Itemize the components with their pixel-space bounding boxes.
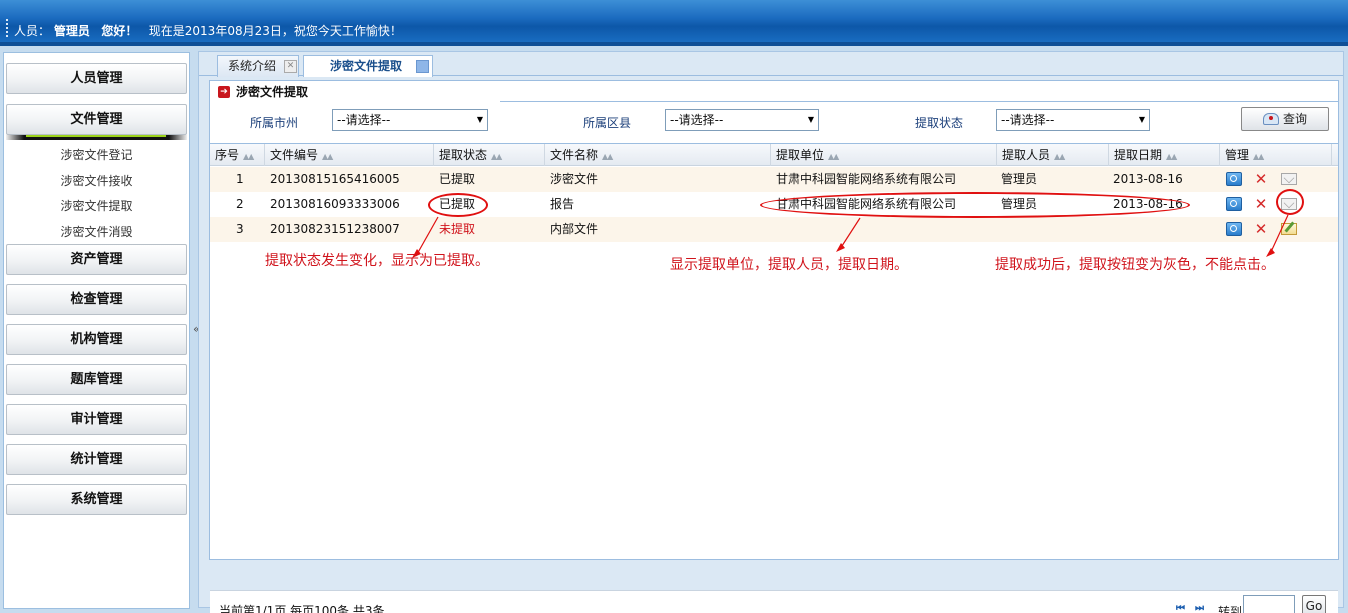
tab-label: 涉密文件提取 bbox=[330, 59, 403, 73]
menu-organization[interactable]: 机构管理 bbox=[6, 324, 187, 355]
content-area: ➔ 涉密文件提取 所属市州 --请选择-- ▼ 所属区县 --请选择-- ▼ 提取状… bbox=[209, 80, 1339, 613]
header-stripe bbox=[0, 42, 1348, 46]
annotation-status-change: 提取状态发生变化，显示为已提取。 bbox=[265, 253, 489, 269]
menu-question-bank[interactable]: 题库管理 bbox=[6, 364, 187, 395]
menu-audit[interactable]: 审计管理 bbox=[6, 404, 187, 435]
tab-label: 系统介绍 bbox=[228, 59, 277, 73]
col-manage: 管理 ▲▲ bbox=[1220, 144, 1332, 166]
status-label: 提取状态 bbox=[915, 116, 964, 130]
welcome-line: 人员： 管理员 您好！ 现在是2013年08月23日，祝您今天工作愉快！ bbox=[14, 22, 402, 39]
dropdown-arrow-icon: ▼ bbox=[807, 115, 814, 124]
sort-icon: ▲▲ bbox=[1253, 152, 1264, 161]
menu-inspection[interactable]: 检查管理 bbox=[6, 284, 187, 315]
delete-icon[interactable]: ✕ bbox=[1253, 172, 1269, 187]
menu-personnel[interactable]: 人员管理 bbox=[6, 63, 187, 94]
col-status[interactable]: 提取状态 ▲▲ bbox=[434, 144, 545, 166]
sidebar: 人员管理 文件管理 涉密文件登记 涉密文件接收 涉密文件提取 涉密文件消毁 资产… bbox=[3, 52, 190, 609]
sort-icon: ▲▲ bbox=[322, 152, 333, 161]
user-label: 人员： bbox=[14, 24, 51, 38]
highlight-ellipse-status bbox=[428, 193, 488, 217]
sort-icon: ▲▲ bbox=[1166, 152, 1177, 161]
top-header: 人员： 管理员 您好！ 现在是2013年08月23日，祝您今天工作愉快！ bbox=[0, 0, 1348, 46]
panel-title: ➔ 涉密文件提取 bbox=[210, 81, 500, 103]
col-number[interactable]: 文件编号 ▲▲ bbox=[265, 144, 434, 166]
col-index[interactable]: 序号 ▲▲ bbox=[210, 144, 265, 166]
highlight-ellipse-mail bbox=[1276, 189, 1304, 215]
annotation-extract-info: 显示提取单位，提取人员，提取日期。 bbox=[670, 257, 908, 273]
close-icon[interactable]: ✕ bbox=[284, 60, 297, 73]
view-icon[interactable] bbox=[1226, 197, 1242, 211]
tab-bar: 系统介绍 ✕ 涉密文件提取 bbox=[199, 52, 1343, 77]
status-select[interactable]: --请选择-- ▼ bbox=[996, 109, 1150, 131]
first-page-icon[interactable]: ⏮ bbox=[1176, 603, 1185, 613]
menu-file[interactable]: 文件管理 bbox=[6, 104, 187, 135]
divider bbox=[500, 101, 1338, 102]
district-select[interactable]: --请选择-- ▼ bbox=[665, 109, 819, 131]
col-unit[interactable]: 提取单位 ▲▲ bbox=[771, 144, 997, 166]
table-row[interactable]: 3 20130823151238007 未提取 内部文件 ✕ bbox=[210, 217, 1338, 242]
page-info: 当前第1/1页 每页100条 共3条 bbox=[219, 604, 385, 613]
active-menu-indicator bbox=[6, 135, 187, 140]
menu-statistics[interactable]: 统计管理 bbox=[6, 444, 187, 475]
city-label: 所属市州 bbox=[250, 116, 299, 130]
data-grid: 序号 ▲▲ 文件编号 ▲▲ 提取状态 ▲▲ 文件名称 ▲▲ 提取单位 ▲▲ 提取人员 ▲▲ … bbox=[210, 143, 1338, 613]
last-page-icon[interactable]: ⏭ bbox=[1195, 603, 1204, 613]
col-date[interactable]: 提取日期 ▲▲ bbox=[1109, 144, 1220, 166]
sort-icon: ▲▲ bbox=[491, 152, 502, 161]
query-icon bbox=[1262, 113, 1279, 125]
sort-icon: ▲▲ bbox=[602, 152, 613, 161]
menu-asset[interactable]: 资产管理 bbox=[6, 244, 187, 275]
pagination: 当前第1/1页 每页100条 共3条 ⏮ ⏭ 转到 Go bbox=[210, 590, 1338, 613]
goto-label: 转到 bbox=[1218, 605, 1243, 613]
col-person[interactable]: 提取人员 ▲▲ bbox=[997, 144, 1109, 166]
user-name: 管理员 bbox=[53, 24, 90, 38]
greeting: 您好！ bbox=[101, 24, 138, 38]
sort-icon: ▲▲ bbox=[828, 152, 839, 161]
table-row[interactable]: 1 20130815165416005 已提取 涉密文件 甘肃中科园智能网络系统… bbox=[210, 167, 1338, 192]
goto-page-input[interactable] bbox=[1243, 595, 1295, 613]
arrow-icon: ➔ bbox=[218, 86, 230, 98]
query-button[interactable]: 查询 bbox=[1241, 107, 1329, 131]
view-icon[interactable] bbox=[1226, 172, 1242, 186]
sort-icon: ▲▲ bbox=[1054, 152, 1065, 161]
col-name[interactable]: 文件名称 ▲▲ bbox=[545, 144, 771, 166]
mail-icon bbox=[1281, 173, 1297, 185]
highlight-ellipse-unit bbox=[760, 192, 1190, 218]
dropdown-arrow-icon: ▼ bbox=[476, 115, 483, 124]
grip-icon bbox=[6, 19, 8, 37]
extract-edit-icon[interactable] bbox=[1281, 223, 1297, 235]
menu-system[interactable]: 系统管理 bbox=[6, 484, 187, 515]
sub-file-extract[interactable]: 涉密文件提取 bbox=[4, 197, 189, 214]
tab-file-extract[interactable]: 涉密文件提取 bbox=[303, 55, 433, 77]
delete-icon[interactable]: ✕ bbox=[1253, 222, 1269, 237]
panel-title-text: 涉密文件提取 bbox=[236, 85, 309, 99]
tab-system-intro[interactable]: 系统介绍 ✕ bbox=[217, 55, 299, 77]
annotation-button-disabled: 提取成功后，提取按钮变为灰色，不能点击。 bbox=[995, 257, 1275, 273]
date-text: 现在是2013年08月23日，祝您今天工作愉快！ bbox=[148, 24, 402, 38]
sub-file-destroy[interactable]: 涉密文件消毁 bbox=[4, 223, 189, 240]
sub-file-receive[interactable]: 涉密文件接收 bbox=[4, 172, 189, 189]
dropdown-arrow-icon: ▼ bbox=[1138, 115, 1145, 124]
view-icon[interactable] bbox=[1226, 222, 1242, 236]
grid-header: 序号 ▲▲ 文件编号 ▲▲ 提取状态 ▲▲ 文件名称 ▲▲ 提取单位 ▲▲ 提取人员 ▲▲ … bbox=[210, 144, 1338, 166]
city-select[interactable]: --请选择-- ▼ bbox=[332, 109, 488, 131]
delete-icon[interactable]: ✕ bbox=[1253, 197, 1269, 212]
district-label: 所属区县 bbox=[583, 116, 632, 130]
sort-icon: ▲▲ bbox=[243, 152, 254, 161]
sub-file-register[interactable]: 涉密文件登记 bbox=[4, 146, 189, 163]
main-panel: 系统介绍 ✕ 涉密文件提取 ➔ 涉密文件提取 所属市州 --请选择-- ▼ 所属区… bbox=[198, 51, 1344, 613]
go-button[interactable]: Go bbox=[1302, 595, 1326, 613]
close-icon[interactable] bbox=[416, 60, 429, 73]
